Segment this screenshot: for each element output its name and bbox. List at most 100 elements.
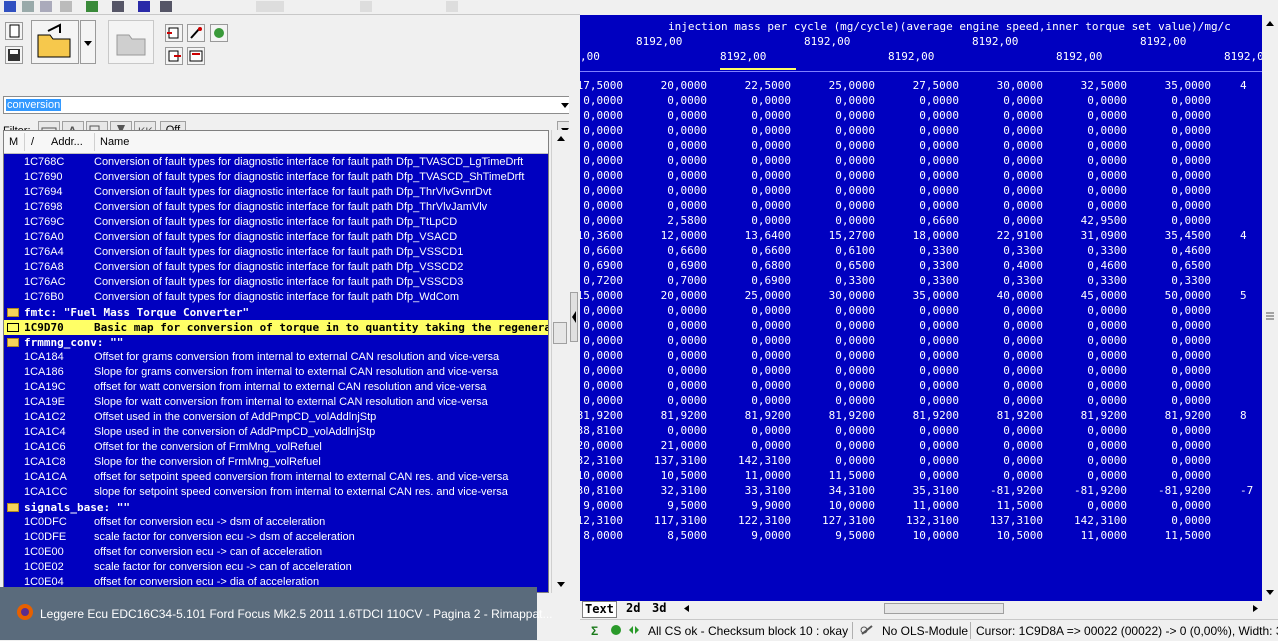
tab-text[interactable]: Text [582, 601, 617, 618]
map-cell[interactable]: 0,0000 [889, 349, 959, 362]
pane-splitter[interactable] [569, 15, 579, 593]
map-cell[interactable]: 31,0900 [1057, 229, 1127, 242]
map-cell[interactable]: 0,6900 [721, 274, 791, 287]
map-cell[interactable]: 0,0000 [1141, 319, 1211, 332]
map-cell[interactable]: 10,0000 [805, 499, 875, 512]
map-cell[interactable]: 0,0000 [1141, 424, 1211, 437]
open-dropdown-button[interactable] [80, 20, 96, 64]
map-cell[interactable]: 0,0000 [1141, 169, 1211, 182]
map-cell[interactable]: 0,0000 [1141, 304, 1211, 317]
map-cell[interactable]: 0,0000 [1141, 139, 1211, 152]
map-cell[interactable]: 32,3100 [637, 484, 707, 497]
list-row[interactable]: 1CA1C6 Offset for the conversion of FrmMn… [4, 440, 548, 455]
map-cell[interactable]: 10,0000 [889, 529, 959, 542]
map-cell[interactable]: 0,0000 [1141, 124, 1211, 137]
map-cell[interactable]: 0,0000 [721, 334, 791, 347]
map-cell[interactable]: 0,0000 [805, 439, 875, 452]
map-cell[interactable]: 0,0000 [1057, 334, 1127, 347]
scroll-grip-icon[interactable] [1265, 305, 1275, 325]
folder-row[interactable]: signals_base: "" [4, 500, 548, 515]
new-button[interactable] [5, 22, 23, 40]
map-cell[interactable]: 0,0000 [889, 139, 959, 152]
map-cell[interactable]: 0,0000 [973, 424, 1043, 437]
map-cell[interactable]: 0,0000 [1141, 499, 1211, 512]
map-cell[interactable]: 4 [1240, 229, 1262, 242]
map-cell[interactable]: 0,0000 [1141, 94, 1211, 107]
map-cell[interactable]: 0,0000 [1057, 454, 1127, 467]
map-cell[interactable]: 0,0000 [805, 199, 875, 212]
map-cell[interactable]: 0,0000 [973, 94, 1043, 107]
map-cell[interactable]: 8 [1240, 409, 1262, 422]
map-cell[interactable]: 0,0000 [973, 169, 1043, 182]
list-row[interactable]: 1CA1C8 Slope for the conversion of FrmMng… [4, 455, 548, 470]
map-cell[interactable]: 81,9200 [1141, 409, 1211, 422]
map-horizontal-scrollbar[interactable] [682, 601, 1260, 616]
tool-icon[interactable] [22, 1, 34, 12]
tool-button-2[interactable] [187, 24, 205, 42]
map-cell[interactable]: 0,0000 [805, 424, 875, 437]
map-cell[interactable]: 142,3100 [1057, 514, 1127, 527]
map-cell[interactable]: 50,0000 [1141, 289, 1211, 302]
list-row[interactable]: 1CA1C4 Slope used in the conversion of Ad… [4, 425, 548, 440]
map-cell[interactable]: 8,0000 [580, 529, 623, 542]
map-cell[interactable]: 0,0000 [973, 199, 1043, 212]
column-header-address[interactable]: Addr... [51, 136, 83, 148]
map-cell[interactable]: 0,0000 [973, 394, 1043, 407]
map-cell[interactable]: 0,0000 [637, 379, 707, 392]
map-cell[interactable]: 0,0000 [1057, 469, 1127, 482]
map-cell[interactable]: 0,0000 [1057, 94, 1127, 107]
map-cell[interactable]: 0,0000 [637, 304, 707, 317]
map-cell[interactable]: 5 [1240, 289, 1262, 302]
map-cell[interactable]: 0,0000 [1141, 439, 1211, 452]
map-cell[interactable]: 35,3100 [889, 484, 959, 497]
scroll-up-icon[interactable] [1266, 21, 1274, 26]
search-value[interactable]: conversion [6, 99, 62, 111]
map-cell[interactable]: 15,0000 [580, 289, 623, 302]
scroll-left-icon[interactable] [682, 603, 692, 614]
tool-icon[interactable] [112, 1, 124, 12]
map-text-view[interactable]: injection mass per cycle (mg/cycle)(aver… [580, 15, 1262, 601]
map-cell[interactable]: 0,3300 [1057, 274, 1127, 287]
map-cell[interactable]: 0,0000 [1141, 349, 1211, 362]
map-cell[interactable]: 0,6100 [805, 244, 875, 257]
map-cell[interactable]: 0,0000 [889, 454, 959, 467]
map-cell[interactable]: 0,0000 [805, 124, 875, 137]
tool-icon[interactable] [160, 1, 172, 12]
map-cell[interactable]: 0,0000 [637, 424, 707, 437]
map-cell[interactable]: 11,5000 [805, 469, 875, 482]
map-cell[interactable]: 0,6600 [721, 244, 791, 257]
map-cell[interactable]: 0,0000 [1057, 304, 1127, 317]
map-cell[interactable]: 81,9200 [805, 409, 875, 422]
map-cell[interactable]: 0,0000 [721, 379, 791, 392]
map-cell[interactable]: 0,0000 [973, 184, 1043, 197]
map-cell[interactable]: 30,0000 [805, 289, 875, 302]
map-cell[interactable]: 0,0000 [637, 94, 707, 107]
map-cell[interactable]: 0,0000 [1141, 199, 1211, 212]
map-cell[interactable]: -81,9200 [1141, 484, 1211, 497]
map-cell[interactable]: 10,3600 [580, 229, 623, 242]
list-row[interactable]: 1C0E02 scale factor for conversion ecu ->… [4, 560, 548, 575]
map-cell[interactable]: 9,5000 [805, 529, 875, 542]
map-cell[interactable]: 0,0000 [973, 319, 1043, 332]
map-cell[interactable]: 0,6600 [580, 244, 623, 257]
map-cell[interactable]: 0,0000 [1057, 184, 1127, 197]
map-cell[interactable]: 0,0000 [1141, 394, 1211, 407]
horizontal-scrollbar-thumb[interactable] [884, 603, 1004, 614]
map-cell[interactable]: 10,0000 [580, 469, 623, 482]
map-cell[interactable]: 0,0000 [1141, 109, 1211, 122]
map-cell[interactable]: 21,0000 [637, 439, 707, 452]
map-cell[interactable]: 11,5000 [1141, 529, 1211, 542]
map-cell[interactable]: 0,6500 [805, 259, 875, 272]
list-row[interactable]: 1CA1CA offset for setpoint speed conversi… [4, 470, 548, 485]
map-cell[interactable]: 0,0000 [1141, 514, 1211, 527]
map-cell[interactable]: 0,0000 [805, 139, 875, 152]
spin-icon[interactable] [360, 1, 372, 12]
tool-button-5[interactable] [187, 47, 205, 65]
map-cell[interactable]: 0,0000 [721, 184, 791, 197]
list-row[interactable]: 1C0DFE scale factor for conversion ecu ->… [4, 530, 548, 545]
map-cell[interactable]: 0,0000 [721, 109, 791, 122]
chart-icon[interactable] [4, 1, 16, 12]
map-cell[interactable]: -81,9200 [1057, 484, 1127, 497]
map-cell[interactable]: 0,0000 [637, 109, 707, 122]
list-row[interactable]: 1C76B0 Conversion of fault types for diag… [4, 290, 548, 305]
